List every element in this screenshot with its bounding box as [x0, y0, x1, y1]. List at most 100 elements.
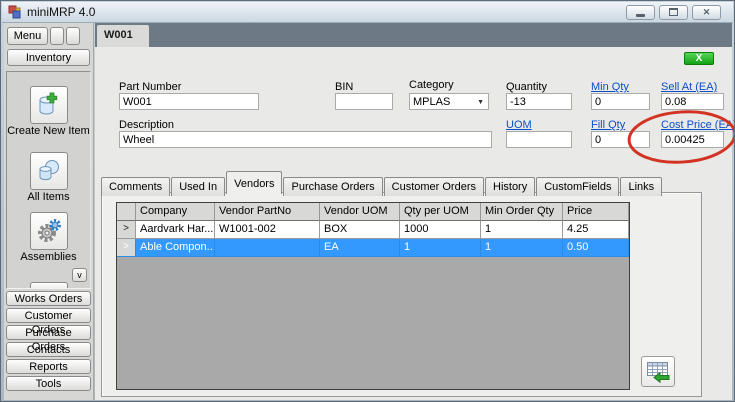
table-row[interactable]: > Able Compon... EA 1 1 0.50: [117, 239, 629, 257]
sidebar-item-reports[interactable]: Reports: [6, 359, 91, 374]
all-items-button[interactable]: [30, 152, 68, 190]
cell-vendor-partno[interactable]: [215, 239, 320, 257]
table-row[interactable]: > Aardvark Har... W1001-002 BOX 1000 1 4…: [117, 221, 629, 239]
create-new-item-icon: [36, 92, 62, 118]
sell-at-field[interactable]: [661, 93, 724, 110]
inventory-button[interactable]: Inventory: [7, 49, 90, 66]
tab-customer-orders[interactable]: Customer Orders: [384, 177, 484, 196]
toolbar-blank-button-1[interactable]: [50, 27, 64, 45]
part-number-field[interactable]: [119, 93, 259, 110]
tab-vendors[interactable]: Vendors: [226, 171, 282, 194]
cell-min-order-qty[interactable]: 1: [481, 221, 563, 239]
close-icon: ✕: [703, 8, 711, 17]
quantity-label: Quantity: [506, 81, 547, 93]
export-table-icon: [646, 361, 670, 383]
assemblies-icon: [36, 218, 62, 244]
sidebar-nav: Works Orders Customer Orders Purchase Or…: [6, 291, 91, 393]
item-form: X Part Number BIN Category Quantity Min …: [95, 47, 732, 400]
cell-company[interactable]: Aardvark Har...: [136, 221, 215, 239]
cost-price-field[interactable]: [661, 131, 724, 148]
all-items-label: All Items: [7, 192, 90, 204]
quantity-field[interactable]: [506, 93, 572, 110]
vendors-grid: Company Vendor PartNo Vendor UOM Qty per…: [116, 202, 630, 390]
sidebar: Menu Inventory Create New Item: [4, 23, 94, 400]
min-qty-field[interactable]: [591, 93, 650, 110]
maximize-icon: [669, 8, 678, 16]
chevron-down-icon: ▼: [477, 99, 484, 106]
minimize-button[interactable]: [626, 5, 655, 20]
column-header-company[interactable]: Company: [136, 203, 215, 221]
tab-history[interactable]: History: [485, 177, 535, 196]
cell-vendor-partno[interactable]: W1001-002: [215, 221, 320, 239]
menu-button[interactable]: Menu: [7, 27, 48, 45]
uom-field[interactable]: [506, 131, 572, 148]
category-dropdown[interactable]: MPLAS ▼: [409, 93, 489, 110]
titlebar: miniMRP 4.0 ✕: [2, 2, 733, 23]
column-header-price[interactable]: Price: [563, 203, 629, 221]
detail-tabs: CommentsUsed InVendorsPurchase OrdersCus…: [101, 171, 663, 193]
export-grid-button[interactable]: [641, 356, 675, 387]
column-header-vendor-partno[interactable]: Vendor PartNo: [215, 203, 320, 221]
bin-label: BIN: [335, 81, 353, 93]
grid-header-row: Company Vendor PartNo Vendor UOM Qty per…: [117, 203, 629, 221]
column-header-qty-per-uom[interactable]: Qty per UOM: [400, 203, 481, 221]
row-selector[interactable]: >: [117, 221, 136, 239]
assemblies-button[interactable]: [30, 212, 68, 250]
tab-purchase-orders[interactable]: Purchase Orders: [283, 177, 382, 196]
tab-links[interactable]: Links: [620, 177, 662, 196]
create-new-item-button[interactable]: [30, 86, 68, 124]
description-field[interactable]: [119, 131, 492, 148]
column-header-min-order-qty[interactable]: Min Order Qty: [481, 203, 563, 221]
part-number-label: Part Number: [119, 81, 181, 93]
bin-field[interactable]: [335, 93, 393, 110]
toolbar-blank-button-2[interactable]: [66, 27, 80, 45]
sell-at-link[interactable]: Sell At (EA): [661, 81, 717, 93]
close-button[interactable]: ✕: [692, 5, 721, 20]
document-tab-w001[interactable]: W001: [97, 25, 149, 47]
partial-icon-button[interactable]: [30, 282, 68, 289]
column-header-vendor-uom[interactable]: Vendor UOM: [320, 203, 400, 221]
cell-vendor-uom[interactable]: BOX: [320, 221, 400, 239]
header-selector-cell: [117, 203, 136, 221]
fill-qty-field[interactable]: [591, 131, 650, 148]
panel-scroll-down-button[interactable]: v: [72, 268, 87, 282]
main-area: W001 X Part Number BIN Category Quantity…: [95, 23, 732, 400]
app-icon: [8, 5, 22, 19]
cell-price[interactable]: 0.50: [563, 239, 629, 257]
sidebar-item-contacts[interactable]: Contacts: [6, 342, 91, 357]
cell-min-order-qty[interactable]: 1: [481, 239, 563, 257]
assemblies-label: Assemblies: [7, 252, 90, 264]
inventory-tool-panel: Create New Item All Items Assembli: [6, 71, 91, 289]
maximize-button[interactable]: [659, 5, 688, 20]
window-title: miniMRP 4.0: [27, 5, 95, 19]
category-value: MPLAS: [413, 96, 450, 108]
cell-price[interactable]: 4.25: [563, 221, 629, 239]
minimize-icon: [636, 14, 645, 17]
category-label: Category: [409, 79, 454, 91]
tab-customfields[interactable]: CustomFields: [536, 177, 619, 196]
sidebar-item-tools[interactable]: Tools: [6, 376, 91, 391]
document-tabstrip: W001: [95, 23, 732, 47]
cell-qty-per-uom[interactable]: 1: [400, 239, 481, 257]
menu-row: Menu: [7, 27, 80, 45]
app-window: miniMRP 4.0 ✕ Menu Inventory Create New …: [0, 0, 735, 402]
all-items-icon: [36, 158, 62, 184]
cell-company[interactable]: Able Compon...: [136, 239, 215, 257]
min-qty-link[interactable]: Min Qty: [591, 81, 629, 93]
tab-used-in[interactable]: Used In: [171, 177, 225, 196]
sidebar-item-works-orders[interactable]: Works Orders: [6, 291, 91, 306]
window-controls: ✕: [626, 5, 727, 20]
row-selector[interactable]: >: [117, 239, 136, 257]
close-item-tab-button[interactable]: X: [684, 52, 714, 65]
vendors-tab-page: Company Vendor PartNo Vendor UOM Qty per…: [101, 192, 702, 397]
uom-link[interactable]: UOM: [506, 119, 532, 131]
sidebar-item-purchase-orders[interactable]: Purchase Orders: [6, 325, 91, 340]
description-label: Description: [119, 119, 174, 131]
cell-vendor-uom[interactable]: EA: [320, 239, 400, 257]
fill-qty-link[interactable]: Fill Qty: [591, 119, 625, 131]
sidebar-item-customer-orders[interactable]: Customer Orders: [6, 308, 91, 323]
tab-comments[interactable]: Comments: [101, 177, 170, 196]
cell-qty-per-uom[interactable]: 1000: [400, 221, 481, 239]
create-new-item-label: Create New Item: [7, 126, 90, 138]
cost-price-link[interactable]: Cost Price (EA): [661, 119, 735, 131]
